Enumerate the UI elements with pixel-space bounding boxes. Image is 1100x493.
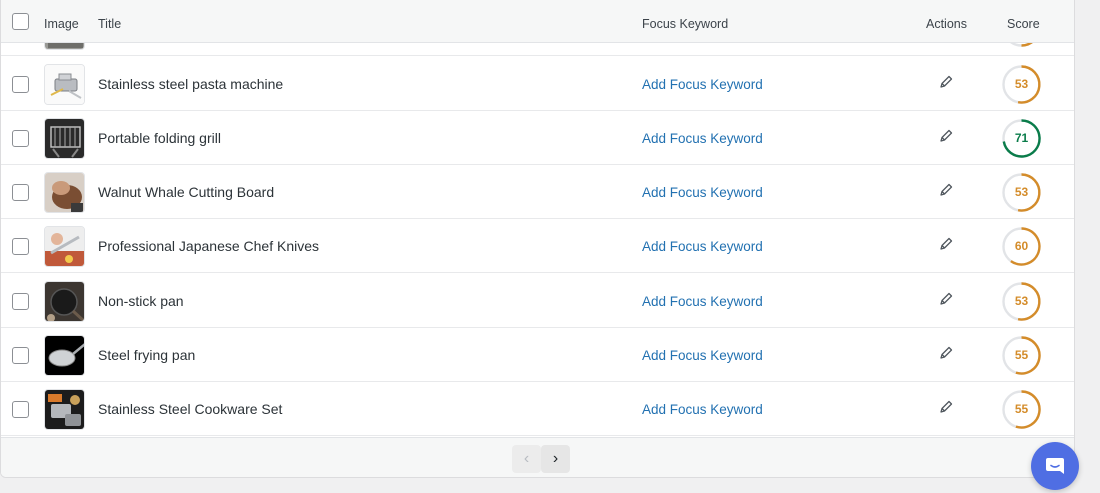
score-value: 71 (1014, 131, 1029, 145)
score-value: 55 (1014, 348, 1029, 362)
score-value: 53 (1014, 77, 1029, 91)
product-thumbnail (44, 389, 85, 430)
pencil-icon[interactable] (938, 74, 954, 90)
seo-score: 55 (1001, 389, 1042, 430)
add-focus-keyword-link[interactable]: Add Focus Keyword (642, 131, 763, 146)
products-table: Stainless steel pasta machine Add Focus … (0, 0, 1075, 478)
score-value: 53 (1014, 185, 1029, 199)
row-checkbox[interactable] (12, 347, 29, 364)
product-thumbnail (44, 172, 85, 213)
column-header-image: Image (44, 17, 79, 31)
table-row[interactable]: Steel frying pan Add Focus Keyword 55 (1, 328, 1074, 382)
pencil-icon[interactable] (938, 399, 954, 415)
column-header-score[interactable]: Score (1007, 17, 1040, 31)
pencil-icon[interactable] (938, 128, 954, 144)
seo-score: 71 (1001, 118, 1042, 159)
table-header: Image Title Focus Keyword Actions Score (1, 0, 1074, 43)
product-title[interactable]: Stainless Steel Cookware Set (98, 401, 282, 417)
table-row[interactable]: Stainless Steel Cookware Set Add Focus K… (1, 382, 1074, 436)
product-thumbnail (44, 118, 85, 159)
chat-bubble-icon[interactable] (1031, 442, 1079, 490)
chevron-right-icon[interactable]: › (541, 445, 570, 473)
row-checkbox[interactable] (12, 238, 29, 255)
chevron-left-icon[interactable]: ‹ (512, 445, 541, 473)
row-checkbox[interactable] (12, 130, 29, 147)
product-thumbnail (44, 281, 85, 322)
page-scroll-gutter (1075, 0, 1100, 493)
seo-score: 55 (1001, 335, 1042, 376)
table-row[interactable]: Professional Japanese Chef Knives Add Fo… (1, 219, 1074, 273)
add-focus-keyword-link[interactable]: Add Focus Keyword (642, 185, 763, 200)
table-body: Stainless steel pasta machine Add Focus … (1, 0, 1074, 437)
product-thumbnail (44, 64, 85, 105)
seo-score: 53 (1001, 281, 1042, 322)
product-title[interactable]: Stainless steel pasta machine (98, 76, 283, 92)
score-value: 53 (1014, 294, 1029, 308)
add-focus-keyword-link[interactable]: Add Focus Keyword (642, 402, 763, 417)
score-value: 60 (1014, 239, 1029, 253)
product-title[interactable]: Portable folding grill (98, 130, 221, 146)
row-checkbox[interactable] (12, 293, 29, 310)
pencil-icon[interactable] (938, 236, 954, 252)
row-checkbox[interactable] (12, 184, 29, 201)
seo-score: 53 (1001, 172, 1042, 213)
product-title[interactable]: Walnut Whale Cutting Board (98, 184, 274, 200)
product-title[interactable]: Steel frying pan (98, 347, 195, 363)
seo-score: 53 (1001, 64, 1042, 105)
product-thumbnail (44, 335, 85, 376)
add-focus-keyword-link[interactable]: Add Focus Keyword (642, 294, 763, 309)
row-checkbox[interactable] (12, 401, 29, 418)
product-title[interactable]: Professional Japanese Chef Knives (98, 238, 319, 254)
column-header-focus-keyword: Focus Keyword (642, 17, 729, 31)
column-header-actions: Actions (926, 17, 967, 31)
row-checkbox[interactable] (12, 76, 29, 93)
pencil-icon[interactable] (938, 182, 954, 198)
table-row[interactable]: Stainless steel pasta machine Add Focus … (1, 57, 1074, 111)
score-value: 55 (1014, 402, 1029, 416)
table-row[interactable]: Walnut Whale Cutting Board Add Focus Key… (1, 165, 1074, 219)
pencil-icon[interactable] (938, 291, 954, 307)
table-row[interactable]: Portable folding grill Add Focus Keyword… (1, 111, 1074, 165)
product-thumbnail (44, 226, 85, 267)
product-title[interactable]: Non-stick pan (98, 293, 184, 309)
table-row[interactable]: Non-stick pan Add Focus Keyword 53 (1, 274, 1074, 328)
select-all-checkbox[interactable] (12, 13, 29, 30)
table-footer: ‹ › (1, 437, 1074, 477)
add-focus-keyword-link[interactable]: Add Focus Keyword (642, 239, 763, 254)
add-focus-keyword-link[interactable]: Add Focus Keyword (642, 348, 763, 363)
seo-score: 60 (1001, 226, 1042, 267)
column-header-title[interactable]: Title (98, 17, 121, 31)
add-focus-keyword-link[interactable]: Add Focus Keyword (642, 77, 763, 92)
pencil-icon[interactable] (938, 345, 954, 361)
